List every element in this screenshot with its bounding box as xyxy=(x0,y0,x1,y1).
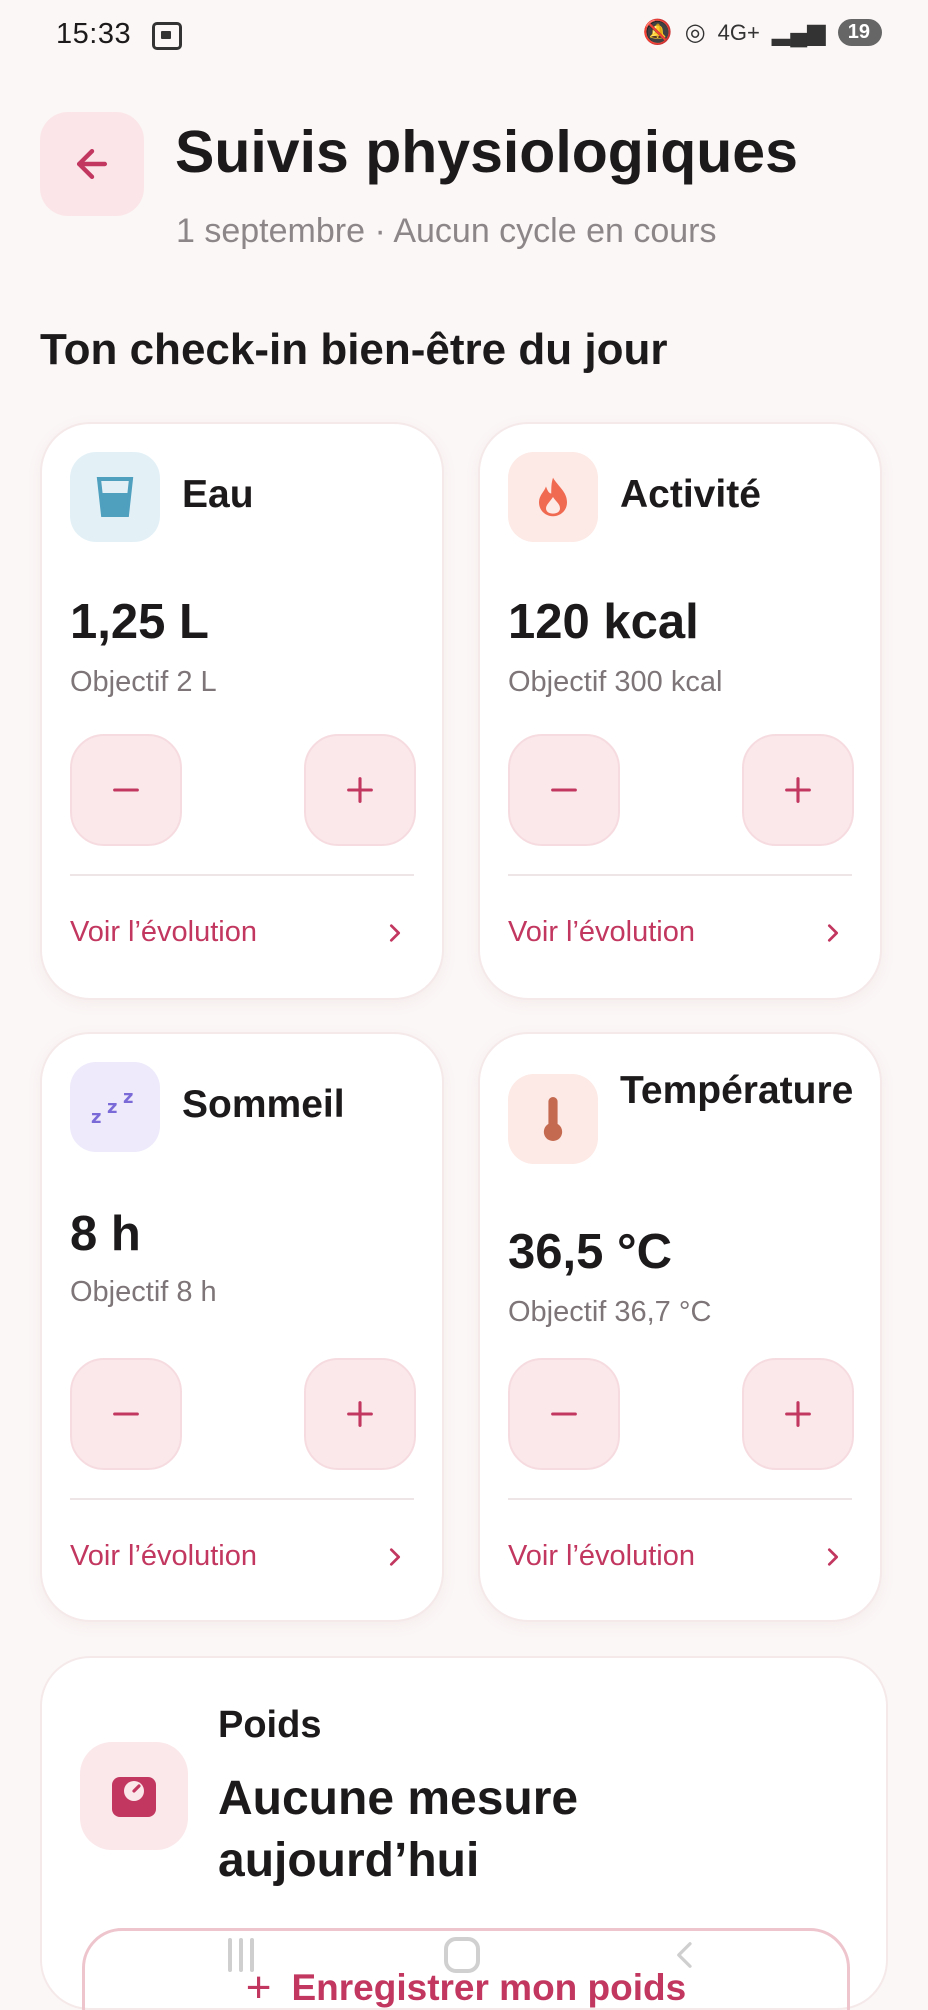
card-goal: Objectif 36,7 °C xyxy=(508,1296,712,1328)
page-subtitle: 1 septembre · Aucun cycle en cours xyxy=(176,212,717,250)
minus-icon xyxy=(113,1412,139,1416)
signal-icon: ▂▄▆ xyxy=(771,19,826,46)
card-value: 8 h xyxy=(70,1207,141,1261)
weight-status: Aucune mesure aujourd’hui xyxy=(218,1772,579,1887)
svg-text:z: z xyxy=(91,1107,101,1127)
plus-icon xyxy=(785,777,811,803)
increment-button[interactable] xyxy=(304,734,416,846)
plus-icon xyxy=(785,1401,811,1427)
decrement-button[interactable] xyxy=(508,734,620,846)
card-goal: Objectif 8 h xyxy=(70,1276,217,1308)
plus-icon xyxy=(347,777,373,803)
view-evolution-link[interactable]: Voir l’évolution xyxy=(70,1540,257,1573)
nav-back-icon[interactable] xyxy=(670,1938,700,1972)
section-title: Ton check-in bien-être du jour xyxy=(40,325,668,374)
water-glass-icon xyxy=(70,452,160,542)
decrement-button[interactable] xyxy=(70,1358,182,1470)
arrow-left-icon xyxy=(76,148,108,180)
svg-text:z: z xyxy=(123,1087,133,1108)
card-goal: Objectif 2 L xyxy=(70,666,217,698)
divider xyxy=(70,874,414,876)
chevron-right-icon[interactable] xyxy=(822,922,844,944)
chevron-right-icon[interactable] xyxy=(384,1546,406,1568)
scale-icon xyxy=(80,1742,188,1850)
activity-card: Activité 120 kcal Objectif 300 kcal Voir… xyxy=(478,422,882,1000)
decrement-button[interactable] xyxy=(508,1358,620,1470)
minus-icon xyxy=(551,788,577,792)
flame-icon xyxy=(508,452,598,542)
water-card: Eau 1,25 L Objectif 2 L Voir l’évolution xyxy=(40,422,444,1000)
weight-label: Poids xyxy=(218,1704,322,1746)
status-icons: 🔕 ◎ 4G+ ▂▄▆ 19 xyxy=(643,18,882,47)
card-title: Sommeil xyxy=(182,1083,345,1126)
card-title: Température xyxy=(620,1069,854,1112)
view-evolution-link[interactable]: Voir l’évolution xyxy=(508,916,695,949)
divider xyxy=(70,1498,414,1500)
system-nav-bar xyxy=(0,1920,928,1990)
recent-apps-icon[interactable] xyxy=(228,1938,254,1972)
plus-icon xyxy=(347,1401,373,1427)
back-button[interactable] xyxy=(40,112,144,216)
card-goal: Objectif 300 kcal xyxy=(508,666,723,698)
sleep-card: zzz Sommeil 8 h Objectif 8 h Voir l’évol… xyxy=(40,1032,444,1622)
status-time: 15:33 xyxy=(56,18,132,50)
card-title: Eau xyxy=(182,473,254,516)
screen-record-icon xyxy=(152,22,182,50)
card-value: 36,5 °C xyxy=(508,1225,672,1279)
home-icon[interactable] xyxy=(444,1937,480,1973)
hotspot-icon: ◎ xyxy=(684,19,706,46)
network-label: 4G+ xyxy=(717,19,760,45)
increment-button[interactable] xyxy=(304,1358,416,1470)
card-title: Activité xyxy=(620,473,761,516)
card-value: 120 kcal xyxy=(508,595,699,649)
chevron-right-icon[interactable] xyxy=(822,1546,844,1568)
battery-level: 19 xyxy=(837,19,882,46)
page-title: Suivis physiologiques xyxy=(175,119,798,185)
svg-text:z: z xyxy=(107,1097,117,1118)
sleep-zzz-icon: zzz xyxy=(70,1062,160,1152)
divider xyxy=(508,1498,852,1500)
thermometer-icon xyxy=(508,1074,598,1164)
increment-button[interactable] xyxy=(742,1358,854,1470)
view-evolution-link[interactable]: Voir l’évolution xyxy=(508,1540,695,1573)
decrement-button[interactable] xyxy=(70,734,182,846)
minus-icon xyxy=(551,1412,577,1416)
status-bar: 15:33 🔕 ◎ 4G+ ▂▄▆ 19 xyxy=(0,0,928,72)
increment-button[interactable] xyxy=(742,734,854,846)
view-evolution-link[interactable]: Voir l’évolution xyxy=(70,916,257,949)
minus-icon xyxy=(113,788,139,792)
divider xyxy=(508,874,852,876)
chevron-right-icon[interactable] xyxy=(384,922,406,944)
card-value: 1,25 L xyxy=(70,595,209,649)
temperature-card: Température 36,5 °C Objectif 36,7 °C Voi… xyxy=(478,1032,882,1622)
mute-icon: 🔕 xyxy=(642,19,673,46)
